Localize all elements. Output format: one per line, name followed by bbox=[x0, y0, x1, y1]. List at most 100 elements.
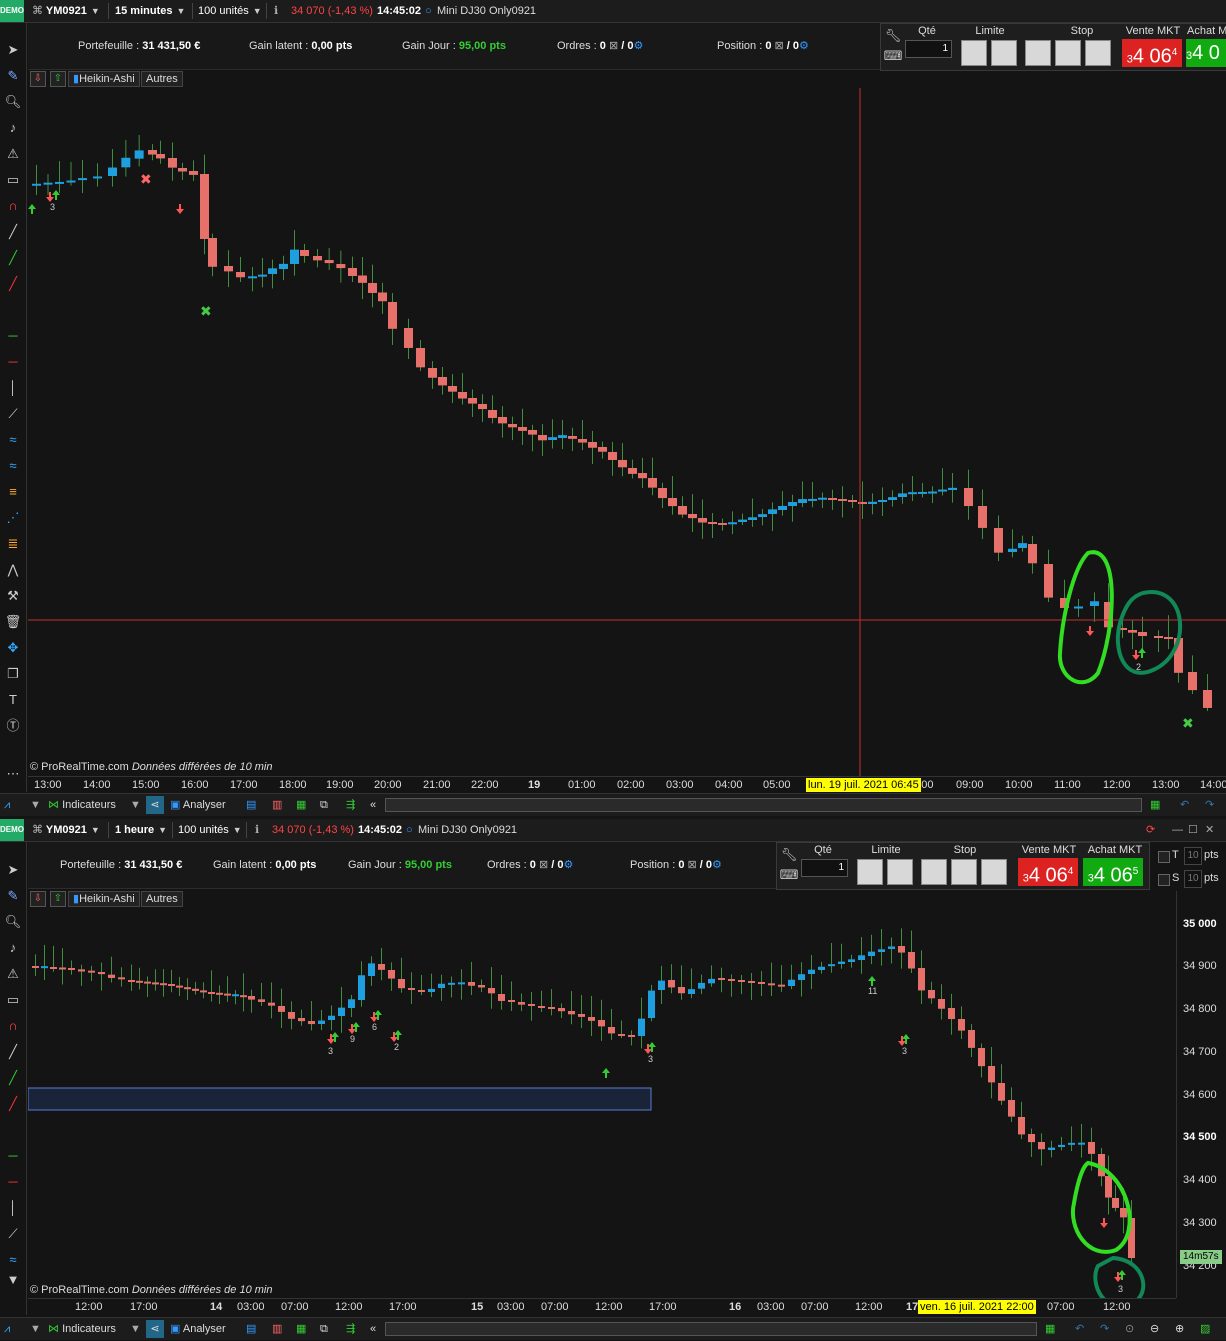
cursor-icon[interactable]: ➤ bbox=[3, 40, 23, 60]
list-icon[interactable]: ▥ bbox=[272, 1320, 282, 1338]
green-line-icon[interactable]: ╱ bbox=[3, 1068, 23, 1088]
panel1-chart[interactable]: 3✖✖2✖ bbox=[28, 88, 1226, 776]
fib-fan-icon[interactable]: ≣ bbox=[3, 534, 23, 554]
limit-buy-button[interactable] bbox=[961, 40, 987, 66]
chevron-down-icon[interactable]: ▼ bbox=[30, 796, 41, 814]
horizontal-red-icon[interactable]: ─ bbox=[3, 352, 23, 372]
export-icon[interactable]: ⇶ bbox=[346, 1320, 355, 1338]
chevron-down-icon[interactable]: ▼ bbox=[3, 1270, 23, 1290]
horizontal-green-icon[interactable]: ─ bbox=[3, 326, 23, 346]
line-tool-icon[interactable]: ╱ bbox=[3, 1042, 23, 1062]
tab-heikin-ashi[interactable]: ▮Heikin-Ashi bbox=[68, 71, 140, 87]
stop-buy-button[interactable] bbox=[1025, 40, 1051, 66]
green-line-icon[interactable]: ╱ bbox=[3, 248, 23, 268]
zoom-fit-icon[interactable]: ⊙ bbox=[1125, 1320, 1134, 1338]
alert-icon[interactable]: ⚠ bbox=[3, 964, 23, 984]
text-tool-icon[interactable]: T bbox=[3, 690, 23, 710]
sell-tab-icon[interactable]: ⇩ bbox=[30, 71, 46, 87]
horizontal-red-icon[interactable]: ─ bbox=[3, 1172, 23, 1192]
units-selector[interactable]: 100 unités ▼ bbox=[198, 2, 262, 20]
tab-autres[interactable]: Autres bbox=[141, 891, 183, 907]
pitchfork-icon[interactable]: ⋀ bbox=[3, 560, 23, 580]
indicators-button[interactable]: ⋈ Indicateurs bbox=[48, 1320, 116, 1338]
sell-market-button[interactable]: 34 064 bbox=[1018, 858, 1078, 887]
grid-icon[interactable]: ▦ bbox=[296, 1320, 306, 1338]
qty-input[interactable]: 1 bbox=[801, 859, 848, 877]
fibonacci-icon[interactable]: ≡ bbox=[3, 482, 23, 502]
ruler-icon[interactable]: ▭ bbox=[3, 990, 23, 1010]
window-icon[interactable]: ⧉ bbox=[320, 1320, 328, 1338]
settings-gear-icon[interactable]: ⚙ bbox=[712, 859, 722, 871]
cursor-icon[interactable]: ➤ bbox=[3, 860, 23, 880]
close-position-icon[interactable]: ⊠ bbox=[775, 40, 784, 52]
info-icon[interactable]: ℹ bbox=[255, 821, 259, 839]
segment-icon[interactable]: ⟋ bbox=[3, 404, 23, 424]
gann-icon[interactable]: ⋰ bbox=[3, 508, 23, 528]
timeframe-selector[interactable]: 15 minutes ▼ bbox=[115, 2, 185, 20]
calendar-icon[interactable]: ▦ bbox=[1045, 1320, 1055, 1338]
chevron-down-icon[interactable]: ▼ bbox=[30, 1320, 41, 1338]
chart-type-icon[interactable]: ⩘ bbox=[4, 796, 10, 814]
tab-heikin-ashi[interactable]: ▮Heikin-Ashi bbox=[68, 891, 140, 907]
indicators-button[interactable]: ⋈ Indicateurs bbox=[48, 796, 116, 814]
horizontal-scrollbar[interactable] bbox=[385, 1322, 1037, 1336]
channel-icon[interactable]: ≈ bbox=[3, 430, 23, 450]
limit-sell-button[interactable] bbox=[991, 40, 1017, 66]
line-tool-icon[interactable]: ╱ bbox=[3, 222, 23, 242]
horizontal-green-icon[interactable]: ─ bbox=[3, 1146, 23, 1166]
settings-gear-icon[interactable]: ⚙ bbox=[634, 40, 644, 52]
sell-market-button[interactable]: 34 064 bbox=[1122, 39, 1182, 68]
limit-buy-button[interactable] bbox=[857, 859, 883, 885]
sync-icon[interactable]: ⟳ bbox=[1146, 821, 1155, 839]
redo-icon[interactable]: ↷ bbox=[1205, 796, 1214, 814]
zoom-icon[interactable]: 🔍︎ bbox=[3, 912, 23, 932]
analyser-button[interactable]: ▣ Analyser bbox=[170, 796, 226, 814]
draw-tool-icon[interactable]: ✎ bbox=[3, 66, 23, 86]
alert-bell-icon[interactable]: ♪ bbox=[3, 118, 23, 138]
zoom-in-icon[interactable]: ⊕ bbox=[1175, 1320, 1184, 1338]
panel2-chart[interactable]: 3 9 6 2 3 11 3 3 bbox=[28, 908, 1176, 1298]
s-pts-input[interactable]: 10 bbox=[1184, 870, 1202, 888]
undo-icon[interactable]: ↶ bbox=[1180, 796, 1189, 814]
alert-icon[interactable]: ⚠ bbox=[3, 144, 23, 164]
buy-tab-icon[interactable]: ⇧ bbox=[50, 71, 66, 87]
buy-market-button[interactable]: 34 0 bbox=[1186, 39, 1226, 67]
scroll-left-icon[interactable]: « bbox=[370, 796, 376, 814]
move-icon[interactable]: ✥ bbox=[3, 638, 23, 658]
stop-sell-button[interactable] bbox=[1055, 40, 1081, 66]
redo-icon[interactable]: ↷ bbox=[1100, 1320, 1109, 1338]
stop-sell-button[interactable] bbox=[951, 859, 977, 885]
more-icon[interactable]: ⋯ bbox=[3, 764, 23, 784]
zoom-out-icon[interactable]: ⊖ bbox=[1150, 1320, 1159, 1338]
vertical-line-icon[interactable]: │ bbox=[3, 378, 23, 398]
chat-icon[interactable]: ▤ bbox=[246, 796, 256, 814]
stop-other-button[interactable] bbox=[981, 859, 1007, 885]
horizontal-scrollbar[interactable] bbox=[385, 798, 1142, 812]
analyser-button[interactable]: ▣ Analyser bbox=[170, 1320, 226, 1338]
channel-icon[interactable]: ≈ bbox=[3, 1250, 23, 1270]
segment-icon[interactable]: ⟋ bbox=[3, 1224, 23, 1244]
export-icon[interactable]: ⇶ bbox=[346, 796, 355, 814]
wrench-icon[interactable]: 🔧︎ bbox=[779, 845, 799, 865]
keyboard-icon[interactable]: ⌨ bbox=[883, 46, 903, 66]
settings-gear-icon[interactable]: ⚙ bbox=[799, 40, 809, 52]
buy-market-button[interactable]: 34 065 bbox=[1083, 858, 1143, 887]
tools-icon[interactable]: ⚒ bbox=[3, 586, 23, 606]
chat-icon[interactable]: ▤ bbox=[246, 1320, 256, 1338]
wrench-icon[interactable]: 🔧︎ bbox=[883, 26, 903, 46]
trash-icon[interactable]: 🗑︎ bbox=[3, 612, 23, 632]
buy-tab-icon[interactable]: ⇧ bbox=[50, 891, 66, 907]
vertical-line-icon[interactable]: │ bbox=[3, 1198, 23, 1218]
timeframe-selector[interactable]: 1 heure ▼ bbox=[115, 821, 167, 839]
chevron-down-icon[interactable]: ▼ bbox=[130, 1320, 141, 1338]
calendar-icon[interactable]: ▦ bbox=[1150, 796, 1160, 814]
copy-icon[interactable]: ❐ bbox=[3, 664, 23, 684]
close-orders-icon[interactable]: ⊠ bbox=[539, 859, 548, 871]
limit-sell-button[interactable] bbox=[887, 859, 913, 885]
zoom-icon[interactable]: 🔍︎ bbox=[3, 92, 23, 112]
draw-tool-icon[interactable]: ✎ bbox=[3, 886, 23, 906]
ruler-icon[interactable]: ▭ bbox=[3, 170, 23, 190]
symbol-selector[interactable]: ⌘ YM0921 ▼ bbox=[32, 821, 100, 839]
chart-settings-icon[interactable]: ▨ bbox=[1200, 1320, 1210, 1338]
window-icon[interactable]: ⧉ bbox=[320, 796, 328, 814]
